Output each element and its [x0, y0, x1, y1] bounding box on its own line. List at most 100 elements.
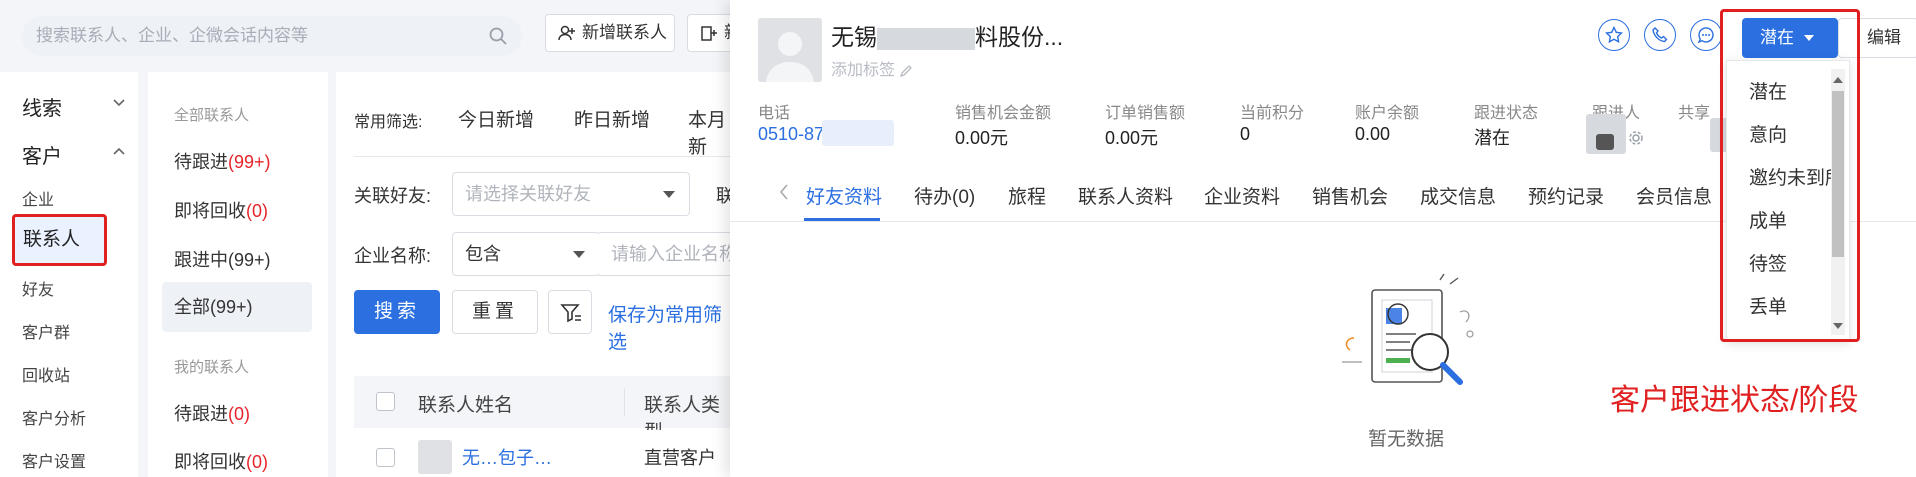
star-icon — [1605, 26, 1623, 44]
search-icon[interactable] — [488, 26, 508, 46]
group-all[interactable]: 全部(99+) — [162, 282, 312, 332]
group-count: (99+) — [228, 250, 271, 270]
row-contact-name[interactable]: 无…包子… — [462, 444, 552, 470]
favorite-button[interactable] — [1598, 19, 1630, 51]
my-group-pending-follow[interactable]: 待跟进(0) — [174, 400, 250, 426]
contact-groups-panel: 全部联系人 待跟进(99+) 即将回收(0) 跟进中(99+) 全部(99+) … — [148, 72, 328, 477]
nav-item-recycle-bin[interactable]: 回收站 — [22, 362, 70, 386]
filter-icon — [560, 302, 582, 324]
company-operator-select[interactable]: 包含 — [452, 232, 600, 276]
group-label: 待跟进 — [174, 404, 228, 424]
empty-state-text: 暂无数据 — [1368, 429, 1445, 450]
phone-icon — [1651, 26, 1669, 44]
friend-select[interactable]: 请选择关联好友 — [452, 172, 690, 216]
quick-filter-this-month[interactable]: 本月新 — [688, 105, 736, 159]
add-user-icon — [558, 24, 576, 42]
group-label: 跟进中 — [174, 250, 228, 270]
group-count: (99+) — [228, 152, 271, 172]
reset-button[interactable]: 重置 — [452, 290, 538, 334]
friend-filter-label: 关联好友: — [354, 186, 432, 206]
stat-value-balance: 0.00 — [1355, 124, 1391, 144]
group-pending-follow[interactable]: 待跟进(99+) — [174, 148, 271, 174]
tab-appointments[interactable]: 预约记录 — [1528, 182, 1604, 209]
add-tag-label: 添加标签 — [831, 62, 896, 79]
annotation-text: 客户跟进状态/阶段 — [1610, 384, 1859, 417]
tab-company-info[interactable]: 企业资料 — [1204, 182, 1280, 209]
row-contact-type: 直营客户 — [644, 448, 716, 468]
left-nav: 线索 客户 企业 联系人 好友 客户群 回收站 客户分析 客户设置 — [0, 72, 138, 477]
nav-item-customer-groups[interactable]: 客户群 — [22, 319, 70, 343]
highlight-box — [1720, 9, 1860, 342]
table-row[interactable]: 无…包子… 直营客户 — [354, 430, 736, 477]
nav-section-leads[interactable]: 线索 — [22, 92, 125, 121]
tab-contact-info[interactable]: 联系人资料 — [1078, 182, 1173, 209]
tab-journey[interactable]: 旅程 — [1008, 182, 1046, 209]
filter-settings-button[interactable] — [548, 290, 592, 334]
select-all-checkbox[interactable] — [376, 392, 395, 411]
group-label: 全部 — [174, 297, 210, 317]
active-tab-indicator — [804, 218, 880, 221]
nav-item-customer-analysis[interactable]: 客户分析 — [22, 405, 86, 429]
pencil-icon — [899, 64, 913, 78]
nav-item-customer-settings[interactable]: 客户设置 — [22, 448, 86, 472]
nav-item-company[interactable]: 企业 — [22, 186, 54, 210]
tab-sales-opportunity[interactable]: 销售机会 — [1312, 182, 1388, 209]
gear-icon[interactable] — [1628, 130, 1644, 146]
nav-section-customers[interactable]: 客户 — [22, 140, 125, 169]
company-filter-label: 企业名称: — [354, 246, 432, 266]
add-tag-link[interactable]: 添加标签 — [831, 56, 913, 80]
save-filter-link[interactable]: 保存为常用筛选 — [608, 300, 736, 354]
message-button[interactable] — [1690, 19, 1722, 51]
group-count: (0) — [228, 404, 250, 424]
quick-filter-today[interactable]: 今日新增 — [458, 105, 534, 132]
search-placeholder: 搜索联系人、企业、企微会话内容等 — [36, 26, 308, 45]
company-name-end: 料股份... — [975, 24, 1064, 50]
redacted-block — [1596, 134, 1614, 150]
my-group-about-to-recycle[interactable]: 即将回收(0) — [174, 448, 268, 474]
group-label: 即将回收 — [174, 452, 246, 472]
empty-state-illustration — [1320, 272, 1490, 412]
group-label: 即将回收 — [174, 201, 246, 221]
stat-value-points: 0 — [1240, 124, 1251, 144]
stat-label-follow-status: 跟进状态 — [1474, 105, 1539, 122]
tab-deal-info[interactable]: 成交信息 — [1420, 182, 1496, 209]
caret-down-icon — [663, 191, 675, 198]
stat-value-follow-status: 潜在 — [1474, 128, 1510, 148]
quick-filter-yesterday[interactable]: 昨日新增 — [574, 105, 650, 132]
search-button[interactable]: 搜索 — [354, 290, 440, 334]
nav-item-contacts[interactable]: 联系人 — [12, 214, 107, 266]
nav-section-label: 线索 — [22, 98, 62, 120]
stat-label-balance: 账户余额 — [1355, 105, 1420, 122]
global-search-input[interactable]: 搜索联系人、企业、企微会话内容等 — [22, 16, 522, 56]
caret-down-icon — [573, 251, 585, 258]
add-company-icon — [700, 24, 718, 42]
divider — [354, 156, 736, 157]
all-contacts-heading: 全部联系人 — [174, 107, 250, 124]
stat-label-points: 当前积分 — [1240, 105, 1305, 122]
call-button[interactable] — [1644, 19, 1676, 51]
stat-label-order-sales: 订单销售额 — [1105, 105, 1186, 122]
my-contacts-heading: 我的联系人 — [174, 359, 250, 376]
tab-todo[interactable]: 待办(0) — [914, 182, 975, 209]
avatar — [758, 18, 822, 82]
group-about-to-recycle[interactable]: 即将回收(0) — [174, 197, 268, 223]
nav-item-friends[interactable]: 好友 — [22, 276, 54, 300]
redacted-block — [822, 120, 894, 146]
tab-friend-profile[interactable]: 好友资料 — [806, 182, 882, 209]
column-divider — [624, 388, 625, 416]
redacted-block — [877, 27, 975, 50]
column-contact-name[interactable]: 联系人姓名 — [418, 390, 513, 417]
company-name: 无锡 料股份... — [831, 18, 1063, 52]
new-contact-button[interactable]: 新增联系人 — [545, 14, 675, 52]
company-input-placeholder: 请输入企业名称 — [611, 244, 737, 264]
row-checkbox[interactable] — [376, 448, 395, 467]
friend-select-placeholder: 请选择关联好友 — [465, 184, 591, 204]
group-count: (0) — [246, 452, 268, 472]
tab-member-info[interactable]: 会员信息 — [1636, 182, 1712, 209]
group-count: (0) — [246, 201, 268, 221]
chevron-up-icon — [112, 144, 126, 158]
tab-prev-icon[interactable] — [778, 182, 790, 202]
operator-value: 包含 — [465, 244, 501, 264]
stat-label-phone: 电话 — [758, 105, 791, 122]
group-following[interactable]: 跟进中(99+) — [174, 246, 271, 272]
